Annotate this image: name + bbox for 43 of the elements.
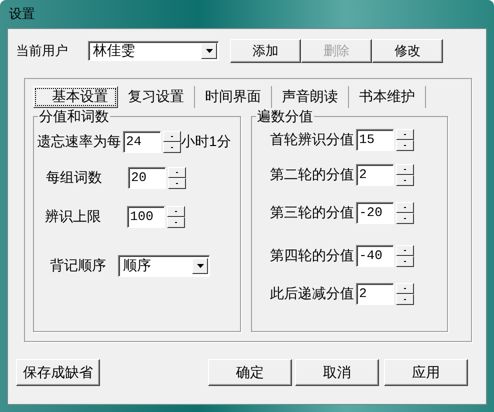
spin-buttons[interactable] [168, 167, 186, 189]
field-label: 第三轮的分值 [270, 204, 354, 222]
spin-buttons[interactable] [396, 164, 414, 186]
number-field[interactable]: -20 [356, 202, 394, 224]
window-title: 设置 [8, 5, 36, 23]
field-label: 背记顺序 [50, 257, 106, 275]
user-label: 当前用户 [16, 42, 69, 60]
field-label: 遗忘速率为每 [37, 133, 121, 151]
user-button[interactable]: 添加 [230, 39, 301, 63]
dialog-button[interactable]: 保存成缺省 [16, 359, 100, 386]
field-label: 第四轮的分值 [270, 247, 354, 265]
spin-buttons[interactable] [163, 131, 181, 153]
number-field[interactable]: 2 [356, 164, 394, 186]
field-label: 第二轮的分值 [270, 166, 354, 184]
user-dropdown[interactable]: 林佳雯 [88, 41, 219, 61]
number-field[interactable]: 100 [127, 206, 165, 228]
number-field[interactable]: 15 [356, 129, 394, 151]
dialog-button[interactable]: 确定 [208, 359, 292, 386]
number-field[interactable]: 2 [356, 283, 394, 305]
spin-buttons[interactable] [167, 206, 185, 228]
number-field[interactable]: 20 [128, 167, 166, 189]
caret-icon [206, 49, 212, 53]
field-label: 首轮辨识分值 [270, 131, 354, 149]
group-title: 遍数分值 [256, 108, 314, 126]
number-field[interactable]: 24 [123, 131, 161, 153]
spin-buttons[interactable] [396, 202, 414, 224]
unit-label: 小时1分 [181, 133, 231, 151]
spin-buttons[interactable] [396, 245, 414, 267]
order-dropdown[interactable]: 顺序 [118, 255, 210, 277]
caret-icon [196, 264, 204, 268]
group-title: 分值和词数 [38, 108, 110, 126]
field-label: 辨识上限 [45, 208, 102, 226]
spin-buttons[interactable] [396, 283, 414, 305]
field-label: 此后递减分值 [270, 285, 354, 303]
user-button[interactable]: 修改 [372, 39, 443, 63]
tab[interactable]: 书本维护 [349, 86, 426, 108]
dialog-button[interactable]: 应用 [384, 359, 468, 386]
tab[interactable]: 基本设置 [33, 86, 118, 108]
spin-buttons[interactable] [396, 129, 414, 151]
number-field[interactable]: -40 [356, 245, 394, 267]
field-label: 每组词数 [46, 169, 103, 187]
dialog-button[interactable]: 取消 [295, 359, 379, 386]
tab[interactable]: 复习设置 [118, 86, 195, 108]
